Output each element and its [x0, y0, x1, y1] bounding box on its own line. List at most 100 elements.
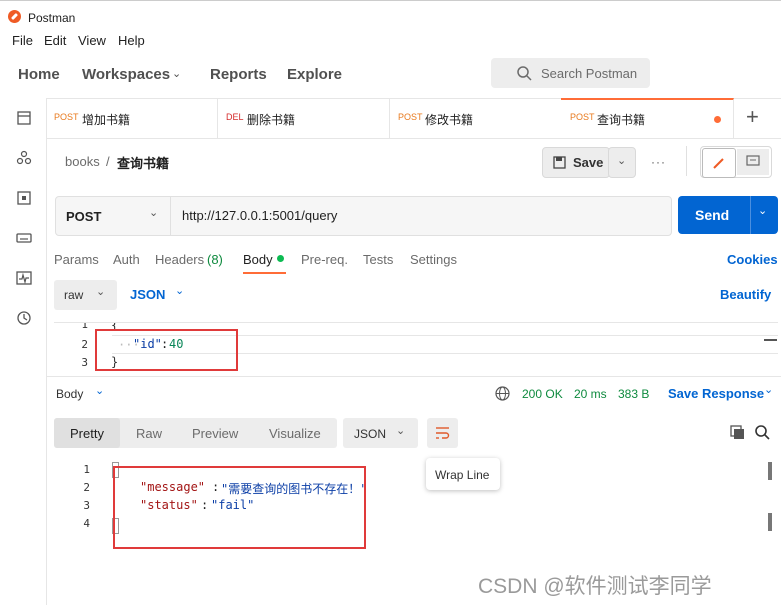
- nav-home[interactable]: Home: [18, 66, 60, 83]
- scrollbar-thumb[interactable]: [764, 339, 777, 341]
- tab-body[interactable]: Body: [243, 252, 273, 267]
- tab-auth[interactable]: Auth: [113, 252, 140, 267]
- view-preview-button[interactable]: Preview: [192, 426, 238, 441]
- apis-icon[interactable]: [16, 150, 32, 166]
- tab-settings[interactable]: Settings: [410, 252, 457, 267]
- highlight-box: [113, 466, 366, 549]
- cookies-link[interactable]: Cookies: [727, 252, 778, 267]
- response-time[interactable]: 20 ms: [574, 387, 607, 401]
- highlight-box: [95, 329, 238, 371]
- sidebar: [0, 98, 47, 605]
- page-title[interactable]: 查询书籍: [117, 153, 169, 172]
- line-number: 2: [81, 338, 88, 351]
- wrap-line-icon: [436, 427, 450, 439]
- method-badge: DEL: [226, 112, 244, 122]
- method-badge: POST: [570, 112, 595, 122]
- tab-headers[interactable]: Headers: [155, 252, 204, 267]
- view-pretty-button[interactable]: Pretty: [54, 418, 120, 448]
- line-number: 1: [83, 463, 90, 476]
- search-input[interactable]: Search Postman: [491, 58, 650, 88]
- line-number: 2: [83, 481, 90, 494]
- top-nav: Home Workspaces ⌄ Reports Explore Search…: [0, 52, 781, 99]
- monitors-icon[interactable]: [16, 270, 32, 286]
- menu-view[interactable]: View: [78, 33, 106, 48]
- search-icon[interactable]: [755, 425, 770, 440]
- method-badge: POST: [54, 112, 79, 122]
- menu-file[interactable]: File: [12, 33, 33, 48]
- tab-prereq[interactable]: Pre-req.: [301, 252, 348, 267]
- send-label: Send: [695, 207, 730, 223]
- divider: [686, 146, 687, 176]
- nav-reports[interactable]: Reports: [210, 66, 267, 83]
- tab-delete-book[interactable]: DEL 删除书籍: [217, 98, 390, 138]
- environments-icon[interactable]: [16, 190, 32, 206]
- save-icon: [553, 156, 566, 169]
- comment-icon: [746, 155, 760, 166]
- nav-explore[interactable]: Explore: [287, 66, 342, 83]
- beautify-link[interactable]: Beautify: [720, 287, 771, 302]
- response-size[interactable]: 383 B: [618, 387, 649, 401]
- response-body-label[interactable]: Body: [56, 387, 83, 401]
- save-label: Save: [573, 155, 604, 170]
- url-bar: POST ⌄ http://127.0.0.1:5001/query: [55, 196, 672, 236]
- chevron-down-icon[interactable]: ⌄: [764, 383, 773, 396]
- response-format-select[interactable]: JSON ⌄: [343, 418, 418, 448]
- divider: [46, 376, 781, 377]
- search-icon: [517, 66, 532, 81]
- scrollbar-thumb[interactable]: [768, 513, 772, 531]
- breadcrumb-collection[interactable]: books: [65, 154, 100, 169]
- edit-mode-button[interactable]: [702, 148, 736, 178]
- save-button[interactable]: Save: [542, 147, 610, 178]
- comments-button[interactable]: [737, 149, 769, 175]
- new-tab-plus-icon[interactable]: +: [746, 104, 759, 130]
- line-number: 3: [83, 499, 90, 512]
- line-number: 1: [81, 322, 88, 331]
- chevron-down-icon[interactable]: ⌄: [758, 204, 767, 217]
- title-bar: Postman: [0, 0, 781, 31]
- chevron-down-icon[interactable]: ⌄: [95, 384, 104, 397]
- body-mode-value: raw: [64, 288, 84, 302]
- body-mode-select[interactable]: raw ⌄: [54, 280, 117, 310]
- view-visualize-button[interactable]: Visualize: [269, 426, 321, 441]
- tab-label: 修改书籍: [425, 113, 474, 127]
- tab-params[interactable]: Params: [54, 252, 99, 267]
- menu-edit[interactable]: Edit: [44, 33, 66, 48]
- nav-workspaces[interactable]: Workspaces: [82, 66, 170, 83]
- copy-icon[interactable]: [730, 425, 745, 440]
- method-select[interactable]: POST ⌄: [56, 197, 171, 235]
- body-format-select[interactable]: JSON: [130, 287, 165, 302]
- send-button[interactable]: Send ⌄: [678, 196, 778, 234]
- tab-tests[interactable]: Tests: [363, 252, 393, 267]
- globe-icon[interactable]: [495, 386, 510, 401]
- response-view-group: Pretty Raw Preview Visualize: [54, 418, 337, 448]
- tab-update-book[interactable]: POST 修改书籍: [389, 98, 562, 138]
- history-icon[interactable]: [16, 310, 32, 326]
- chevron-down-icon: ⌄: [149, 207, 159, 219]
- url-input[interactable]: http://127.0.0.1:5001/query: [182, 208, 337, 223]
- tab-add-book[interactable]: POST 增加书籍: [46, 98, 218, 138]
- menu-help[interactable]: Help: [118, 33, 145, 48]
- line-number: 4: [83, 517, 90, 530]
- method-badge: POST: [398, 112, 423, 122]
- more-actions-icon[interactable]: ···: [651, 155, 666, 169]
- save-options-button[interactable]: ⌄: [608, 147, 636, 178]
- request-tabs: POST 增加书籍 DEL 删除书籍 POST 修改书籍 POST 查询书籍 +: [46, 98, 781, 139]
- tab-label: 删除书籍: [247, 113, 296, 127]
- tab-label: 查询书籍: [597, 113, 646, 127]
- status-code[interactable]: 200 OK: [522, 387, 563, 401]
- chevron-down-icon[interactable]: ⌄: [175, 284, 184, 297]
- view-raw-button[interactable]: Raw: [136, 426, 162, 441]
- pencil-icon: [713, 158, 724, 169]
- divider: [750, 196, 751, 234]
- mock-servers-icon[interactable]: [16, 230, 32, 246]
- menu-bar: File Edit View Help: [0, 30, 781, 52]
- wrap-line-button[interactable]: [427, 418, 458, 448]
- breadcrumb-separator: /: [106, 154, 110, 169]
- tab-query-book[interactable]: POST 查询书籍: [561, 98, 734, 138]
- save-response-button[interactable]: Save Response: [668, 386, 764, 401]
- scrollbar-thumb[interactable]: [768, 462, 772, 480]
- chevron-down-icon[interactable]: ⌄: [172, 67, 181, 80]
- body-indicator-dot: [277, 255, 284, 262]
- line-number: 3: [81, 356, 88, 369]
- collections-icon[interactable]: [16, 110, 32, 126]
